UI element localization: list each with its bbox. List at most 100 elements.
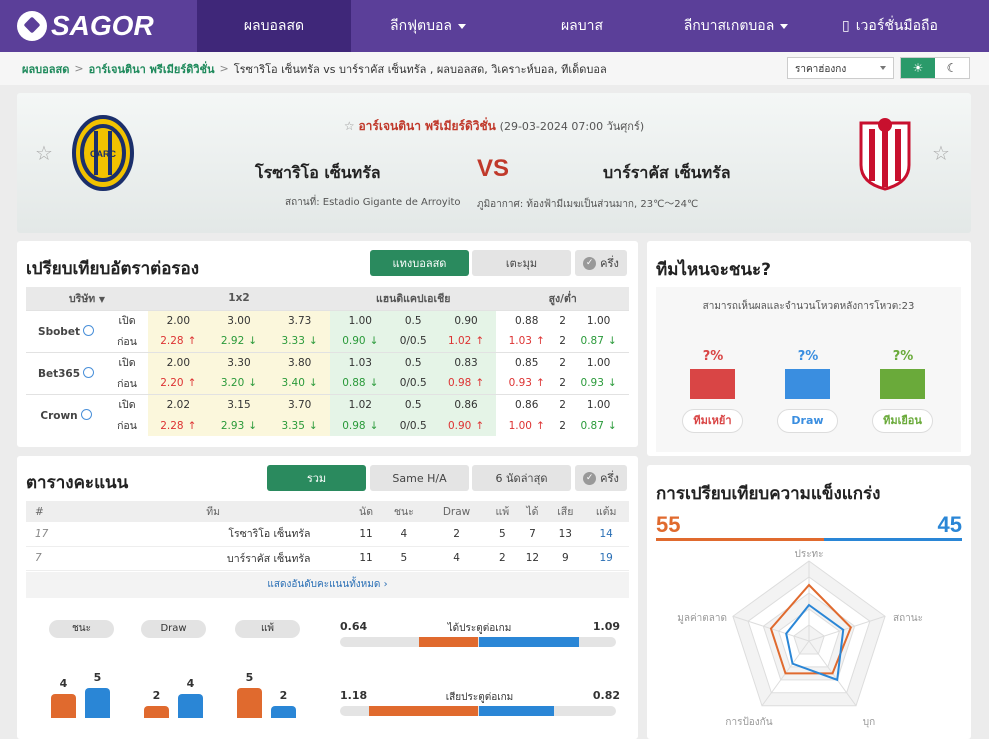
odds-value[interactable]: 1.00	[329, 309, 391, 331]
favorite-star-icon[interactable]: ☆	[35, 141, 53, 165]
home-result-bar	[144, 706, 169, 718]
sun-icon[interactable]: ☀	[901, 58, 935, 78]
odds-value[interactable]: 1.00 ↑	[496, 415, 557, 436]
table-row[interactable]: 7 บาร์ราคัส เซ็นทรัล 11 5 4 2 12 9 19	[26, 546, 629, 571]
breadcrumb-league[interactable]: อาร์เจนตินา พรีเมียร์ดิวิชั่น	[89, 60, 215, 78]
odds-value[interactable]: 3.35 ↓	[269, 415, 330, 436]
odds-value[interactable]: 3.70	[269, 393, 330, 415]
favorite-star-icon[interactable]: ☆	[932, 141, 950, 165]
standings-panel: ตารางคะแนน รวม Same H/A 6 นัดล่าสุด ✓ ครึ…	[17, 456, 638, 739]
odds-value[interactable]: 3.20 ↓	[208, 373, 270, 394]
odds-value[interactable]: 0.90 ↓	[329, 331, 391, 352]
league-star-icon[interactable]: ☆	[344, 119, 355, 133]
odds-value[interactable]: 1.02 ↑	[435, 331, 497, 352]
vote-percent: ?%	[797, 349, 819, 364]
odds-value[interactable]: 2.02	[148, 393, 209, 415]
odds-value[interactable]: 3.00	[208, 309, 270, 331]
odds-value[interactable]: 0.87 ↓	[568, 331, 629, 352]
odds-value[interactable]: 0.93 ↑	[496, 373, 557, 394]
trend-chart-icon[interactable]	[82, 324, 94, 336]
theme-toggle[interactable]: ☀ ☾	[900, 57, 970, 79]
odds-value[interactable]: 0.98 ↓	[329, 415, 391, 436]
tab-overall[interactable]: รวม	[267, 465, 366, 491]
odds-value[interactable]: 0.86	[496, 393, 558, 415]
vote-button-0[interactable]: ทีมเหย้า	[682, 409, 743, 433]
match-league[interactable]: อาร์เจนตินา พรีเมียร์ดิวิชั่น	[358, 119, 495, 133]
odds-value[interactable]: 0.98 ↑	[435, 373, 497, 394]
odds-value[interactable]: 2.93 ↓	[208, 415, 270, 436]
company-header[interactable]: บริษัท ▼	[26, 287, 148, 310]
vote-button-2[interactable]: ทีมเยือน	[872, 409, 933, 433]
vote-title: ทีมไหนจะชนะ?	[656, 260, 772, 280]
nav-item-4[interactable]: ▯ เวอร์ชั่นมือถือ	[813, 0, 967, 52]
trend-chart-icon[interactable]	[80, 408, 92, 420]
odds-value[interactable]: 0.88	[496, 309, 558, 331]
odds-value[interactable]: 0.90	[435, 309, 497, 331]
odds-value[interactable]: 0.85	[496, 351, 558, 373]
vote-button-1[interactable]: Draw	[777, 409, 838, 433]
bookmaker-cell[interactable]: Sbobet	[26, 309, 106, 352]
tab-same-home-away[interactable]: Same H/A	[370, 465, 469, 491]
odds-value[interactable]: 2.28 ↑	[148, 415, 209, 436]
half-toggle[interactable]: ✓ ครึ่ง	[575, 250, 627, 276]
odds-value[interactable]: 0.5	[390, 309, 436, 331]
half-toggle[interactable]: ✓ ครึ่ง	[575, 465, 627, 491]
odds-value[interactable]: 2	[557, 415, 568, 436]
breadcrumb-home[interactable]: ผลบอลสด	[22, 60, 69, 78]
odds-value[interactable]: 0/0.5	[390, 373, 436, 394]
bookmaker-cell[interactable]: Bet365	[26, 351, 106, 394]
odds-value[interactable]: 0.83	[435, 351, 497, 373]
odds-value[interactable]: 3.33 ↓	[269, 331, 330, 352]
tab-last-6[interactable]: 6 นัดล่าสุด	[472, 465, 571, 491]
arrow-up-icon: ↑	[536, 377, 545, 390]
moon-icon[interactable]: ☾	[935, 58, 969, 78]
odds-value[interactable]: 3.40 ↓	[269, 373, 330, 394]
table-row[interactable]: 17 โรซาริโอ เซ็นทรัล 11 4 2 5 7 13 14	[26, 522, 629, 547]
odds-value[interactable]: 3.80	[269, 351, 330, 373]
odds-value[interactable]: 0.88 ↓	[329, 373, 391, 394]
odds-value[interactable]: 1.03 ↑	[496, 331, 557, 352]
odds-value[interactable]: 1.00	[568, 351, 629, 373]
odds-value[interactable]: 2	[557, 373, 568, 394]
show-all-standings-link[interactable]: แสดงอันดับคะแนนทั้งหมด ›	[26, 572, 629, 598]
home-team-name[interactable]: โรซาริโอ เซ็นทรัล	[255, 161, 381, 186]
odds-value[interactable]: 3.73	[269, 309, 330, 331]
odds-value[interactable]: 2	[557, 309, 569, 331]
odds-value[interactable]: 0.86	[435, 393, 497, 415]
odds-value[interactable]: 2	[557, 393, 569, 415]
nav-item-3[interactable]: ลีกบาสเกตบอล	[659, 0, 813, 52]
odds-value[interactable]: 2	[557, 331, 568, 352]
odds-value[interactable]: 1.00	[568, 393, 629, 415]
odds-value[interactable]: 0.93 ↓	[568, 373, 629, 394]
odds-value[interactable]: 2.00	[148, 351, 209, 373]
odds-value[interactable]: 2.92 ↓	[208, 331, 270, 352]
nav-item-0[interactable]: ผลบอลสด	[197, 0, 351, 52]
nav-item-1[interactable]: ลีกฟุตบอล	[351, 0, 505, 52]
odds-value[interactable]: 0.5	[390, 351, 436, 373]
tab-corners[interactable]: เตะมุม	[472, 250, 571, 276]
odds-value[interactable]: 0/0.5	[390, 415, 436, 436]
odds-value[interactable]: 3.30	[208, 351, 270, 373]
odds-value[interactable]: 2.28 ↑	[148, 331, 209, 352]
odds-value[interactable]: 1.02	[329, 393, 391, 415]
trend-chart-icon[interactable]	[83, 366, 95, 378]
odds-value[interactable]: 2.20 ↑	[148, 373, 209, 394]
odds-value[interactable]: 3.15	[208, 393, 270, 415]
odds-value[interactable]: 2.00	[148, 309, 209, 331]
tab-live-odds[interactable]: แทงบอลสด	[370, 250, 469, 276]
odds-value[interactable]: 1.00	[568, 309, 629, 331]
odds-value[interactable]: 1.03	[329, 351, 391, 373]
nav-item-2[interactable]: ผลบาส	[505, 0, 659, 52]
bookmaker-cell[interactable]: Crown	[26, 393, 106, 436]
site-logo[interactable]: SAGOR	[0, 0, 197, 52]
odds-value[interactable]: 0.5	[390, 393, 436, 415]
odds-format-select[interactable]: ราคาฮ่องกง	[787, 57, 894, 79]
odds-value[interactable]: 0.87 ↓	[568, 415, 629, 436]
arrow-down-icon: ↓	[248, 377, 258, 390]
standings-cell: 11	[350, 522, 382, 547]
away-team-name[interactable]: บาร์ราคัส เซ็นทรัล	[603, 161, 731, 186]
standings-cell: 7	[26, 546, 76, 571]
odds-value[interactable]: 0/0.5	[390, 331, 436, 352]
odds-value[interactable]: 0.90 ↑	[435, 415, 497, 436]
odds-value[interactable]: 2	[557, 351, 569, 373]
